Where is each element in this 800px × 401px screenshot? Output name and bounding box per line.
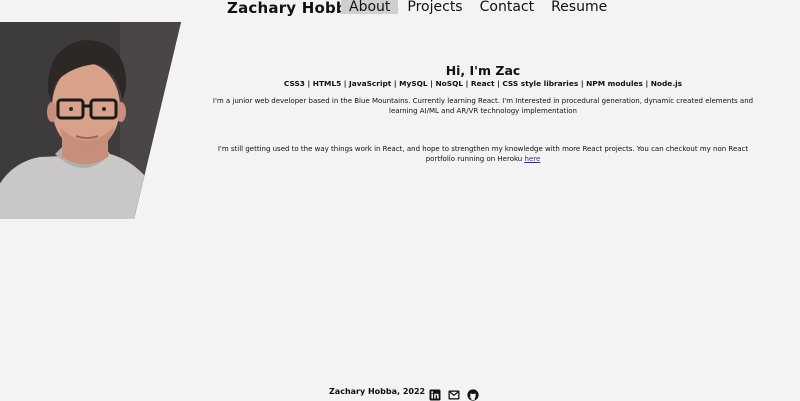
outro-text: I'm still getting used to the way things… [217,145,749,163]
hero-title: Hi, I'm Zac [445,63,521,78]
skills-list: CSS3 | HTML5 | JavaScript | MySQL | NoSQ… [283,79,683,88]
footer-copyright: Zachary Hobba, 2022 [329,387,426,396]
profile-photo [0,22,181,219]
nav-about[interactable]: About [341,0,399,14]
linkedin-icon[interactable] [429,386,441,401]
email-icon[interactable] [448,386,460,400]
site-brand[interactable]: Zachary Hobba [227,0,357,17]
nav-contact[interactable]: Contact [472,0,542,14]
portfolio-page: Zachary Hobba About Projects Contact Res… [0,0,800,401]
social-links [429,386,479,401]
nav-resume[interactable]: Resume [543,0,615,14]
intro-paragraph: I'm a junior web developer based in the … [212,97,754,115]
main-nav: About Projects Contact Resume [341,0,616,14]
github-icon[interactable] [467,386,479,401]
nav-projects[interactable]: Projects [399,0,470,14]
outro-paragraph: I'm still getting used to the way things… [205,145,761,164]
heroku-portfolio-link[interactable]: here [524,155,540,163]
